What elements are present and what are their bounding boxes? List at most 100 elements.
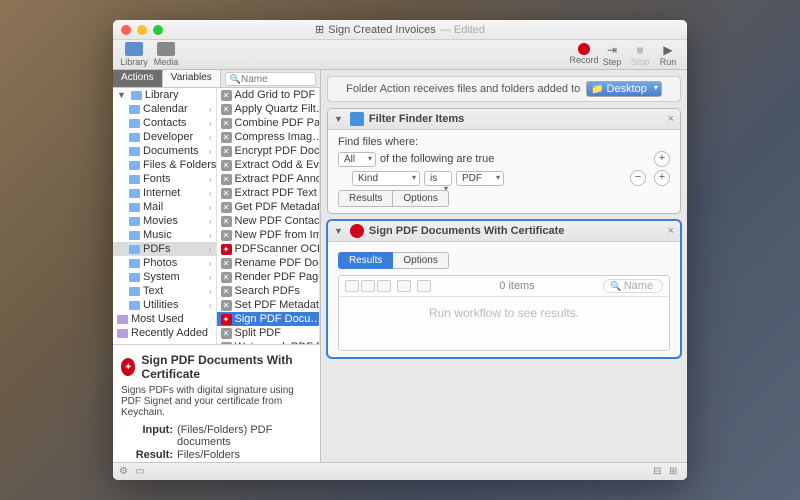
- zoom-button[interactable]: [153, 25, 163, 35]
- library-item[interactable]: Music›: [113, 228, 216, 242]
- library-item[interactable]: Files & Folders›: [113, 158, 216, 172]
- library-item[interactable]: Photos›: [113, 256, 216, 270]
- stop-button[interactable]: ■ Stop: [627, 43, 653, 67]
- path-button[interactable]: [397, 280, 411, 292]
- action-item[interactable]: ✕New PDF from Images: [217, 228, 320, 242]
- action-item[interactable]: ✕Add Grid to PDF Documents: [217, 88, 320, 102]
- action-item[interactable]: ✕Render PDF Pages as Images: [217, 270, 320, 284]
- library-root[interactable]: ▼Library: [113, 88, 216, 102]
- value-select[interactable]: PDF: [456, 171, 504, 186]
- library-button[interactable]: Library: [119, 42, 149, 67]
- of-true-label: of the following are true: [380, 153, 494, 165]
- options-tab[interactable]: Options: [393, 252, 448, 269]
- tab-variables[interactable]: Variables: [163, 70, 221, 87]
- library-column[interactable]: ▼LibraryCalendar›Contacts›Developer›Docu…: [113, 88, 217, 344]
- list-view-button[interactable]: [361, 280, 375, 292]
- finder-icon: [350, 112, 364, 126]
- step-button[interactable]: ⇥ Step: [599, 43, 625, 67]
- stop-icon: ■: [636, 43, 643, 57]
- remove-rule-button[interactable]: −: [630, 170, 646, 186]
- action-item[interactable]: ✕Compress Imag…PDF Documents: [217, 130, 320, 144]
- toolbar: Library Media Record ⇥ Step ■ Stop ▶ R: [113, 40, 687, 70]
- run-button[interactable]: ▶ Run: [655, 43, 681, 67]
- library-item[interactable]: Documents›: [113, 144, 216, 158]
- library-browser: ▼LibraryCalendar›Contacts›Developer›Docu…: [113, 88, 320, 344]
- library-item[interactable]: Mail›: [113, 200, 216, 214]
- results-search[interactable]: 🔍 Name: [603, 279, 663, 293]
- window-title: Sign Created Invoices: [328, 24, 436, 36]
- record-button[interactable]: Record: [571, 43, 597, 67]
- duration-icon[interactable]: ⊞: [669, 466, 681, 478]
- kind-select[interactable]: Kind: [352, 171, 420, 186]
- action-item[interactable]: ✕Extract PDF Annotations: [217, 172, 320, 186]
- statusbar: ⚙ ▭ ⊟ ⊞: [113, 462, 687, 480]
- action-item[interactable]: ✕Set PDF Metadata: [217, 298, 320, 312]
- action-item[interactable]: ✕Search PDFs: [217, 284, 320, 298]
- action-item[interactable]: ✦Sign PDF Docu…ts With Certificate: [217, 312, 320, 326]
- library-item[interactable]: Internet›: [113, 186, 216, 200]
- library-item[interactable]: Developer›: [113, 130, 216, 144]
- column-view-button[interactable]: [377, 280, 391, 292]
- results-tab[interactable]: Results: [338, 190, 393, 207]
- gear-icon[interactable]: ⚙: [119, 466, 131, 478]
- folder-action-label: Folder Action receives files and folders…: [346, 83, 580, 95]
- action-item[interactable]: ✕Rename PDF Documents: [217, 256, 320, 270]
- log-icon[interactable]: ▭: [135, 466, 147, 478]
- library-icon: [125, 42, 143, 56]
- action-item[interactable]: ✦PDFScanner OCR: [217, 242, 320, 256]
- info-description: Signs PDFs with digital signature using …: [121, 385, 312, 418]
- results-tab[interactable]: Results: [338, 252, 393, 269]
- user-button[interactable]: [417, 280, 431, 292]
- workflow-action-sign[interactable]: ▼ Sign PDF Documents With Certificate × …: [327, 220, 681, 358]
- info-panel: ✦ Sign PDF Documents With Certificate Si…: [113, 344, 320, 462]
- remove-action-button[interactable]: ×: [668, 225, 674, 237]
- library-item[interactable]: Movies›: [113, 214, 216, 228]
- run-icon: ▶: [663, 43, 672, 57]
- search-input[interactable]: [241, 74, 311, 85]
- action-item[interactable]: ✕Extract Odd & Even Pages: [217, 158, 320, 172]
- actions-column[interactable]: ✕Add Grid to PDF Documents✕Apply Quartz …: [217, 88, 321, 344]
- library-item[interactable]: Recently Added: [113, 326, 216, 340]
- sidebar-tabs: Actions Variables 🔍: [113, 70, 320, 88]
- library-item[interactable]: Utilities›: [113, 298, 216, 312]
- disclosure-icon[interactable]: ▼: [334, 114, 343, 124]
- remove-action-button[interactable]: ×: [668, 113, 674, 125]
- library-item[interactable]: Contacts›: [113, 116, 216, 130]
- add-rule-button[interactable]: +: [654, 170, 670, 186]
- action-item[interactable]: ✕Encrypt PDF Documents: [217, 144, 320, 158]
- record-icon: [578, 43, 590, 55]
- search-box[interactable]: 🔍: [225, 72, 316, 86]
- action-item[interactable]: ✕Extract PDF Text: [217, 186, 320, 200]
- window-controls: [121, 25, 163, 35]
- flow-icon[interactable]: ⊟: [653, 466, 665, 478]
- action-badge-icon: ✦: [121, 358, 135, 376]
- info-title: Sign PDF Documents With Certificate: [141, 353, 312, 381]
- close-button[interactable]: [121, 25, 131, 35]
- action-item[interactable]: ✕Get PDF Metadata: [217, 200, 320, 214]
- media-button[interactable]: Media: [151, 42, 181, 67]
- library-item[interactable]: Most Used: [113, 312, 216, 326]
- options-tab[interactable]: Options: [393, 190, 448, 207]
- library-item[interactable]: Fonts›: [113, 172, 216, 186]
- op-select[interactable]: is: [424, 171, 452, 186]
- action-title: Filter Finder Items: [369, 113, 464, 125]
- add-group-button[interactable]: +: [654, 151, 670, 167]
- action-item[interactable]: ✕Split PDF: [217, 326, 320, 340]
- icon-view-button[interactable]: [345, 280, 359, 292]
- library-item[interactable]: System›: [113, 270, 216, 284]
- minimize-button[interactable]: [137, 25, 147, 35]
- action-item[interactable]: ✕Combine PDF Pages: [217, 116, 320, 130]
- action-item[interactable]: ✕Apply Quartz Filt…PDF Documents: [217, 102, 320, 116]
- action-item[interactable]: ✕New PDF Contact Sheet: [217, 214, 320, 228]
- disclosure-icon[interactable]: ▼: [334, 226, 343, 236]
- workflow-action-filter[interactable]: ▼ Filter Finder Items × Find files where…: [327, 108, 681, 214]
- scope-select[interactable]: All: [338, 152, 376, 167]
- library-item[interactable]: PDFs›: [113, 242, 216, 256]
- step-icon: ⇥: [607, 43, 617, 57]
- library-item[interactable]: Calendar›: [113, 102, 216, 116]
- folder-action-target[interactable]: 📁 Desktop: [586, 81, 662, 97]
- tab-actions[interactable]: Actions: [113, 70, 163, 87]
- workflow-canvas[interactable]: Folder Action receives files and folders…: [321, 70, 687, 462]
- titlebar: ⊞ Sign Created Invoices — Edited: [113, 20, 687, 40]
- library-item[interactable]: Text›: [113, 284, 216, 298]
